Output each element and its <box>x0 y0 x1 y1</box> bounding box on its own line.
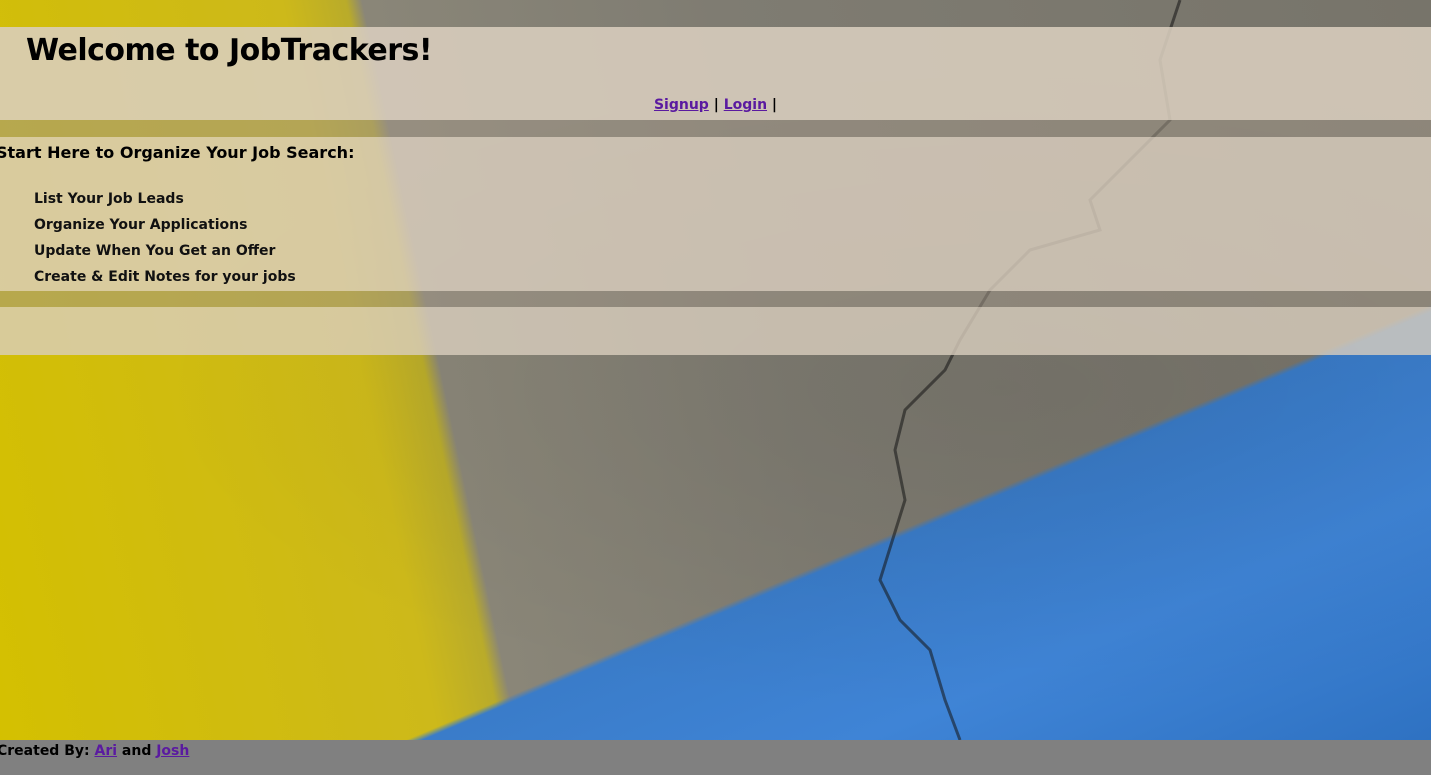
page-title: Welcome to JobTrackers! <box>26 33 433 68</box>
author-link-josh[interactable]: Josh <box>156 743 189 759</box>
divider-band <box>0 120 1431 137</box>
footer: Created By: Ari and Josh <box>0 740 1431 775</box>
author-link-ari[interactable]: Ari <box>94 743 117 759</box>
intro-heading: Start Here to Organize Your Job Search: <box>0 143 355 162</box>
feature-item: Update When You Get an Offer <box>34 243 276 259</box>
feature-item: List Your Job Leads <box>34 191 184 207</box>
footer-conjunction: and <box>121 743 152 759</box>
feature-item: Create & Edit Notes for your jobs <box>34 269 296 285</box>
signup-link[interactable]: Signup <box>654 97 709 113</box>
auth-nav: Signup | Login | <box>0 97 1431 113</box>
empty-panel <box>0 307 1431 355</box>
divider-band <box>0 291 1431 307</box>
nav-separator: | <box>771 97 778 113</box>
footer-credits: Created By: Ari and Josh <box>0 743 189 759</box>
feature-list: List Your Job Leads Organize Your Applic… <box>34 189 296 293</box>
nav-separator: | <box>713 97 719 113</box>
login-link[interactable]: Login <box>724 97 767 113</box>
feature-item: Organize Your Applications <box>34 217 248 233</box>
header-bar: Welcome to JobTrackers! Signup | Login | <box>0 27 1431 120</box>
footer-prefix: Created By: <box>0 743 90 759</box>
intro-panel: Start Here to Organize Your Job Search: … <box>0 137 1431 291</box>
